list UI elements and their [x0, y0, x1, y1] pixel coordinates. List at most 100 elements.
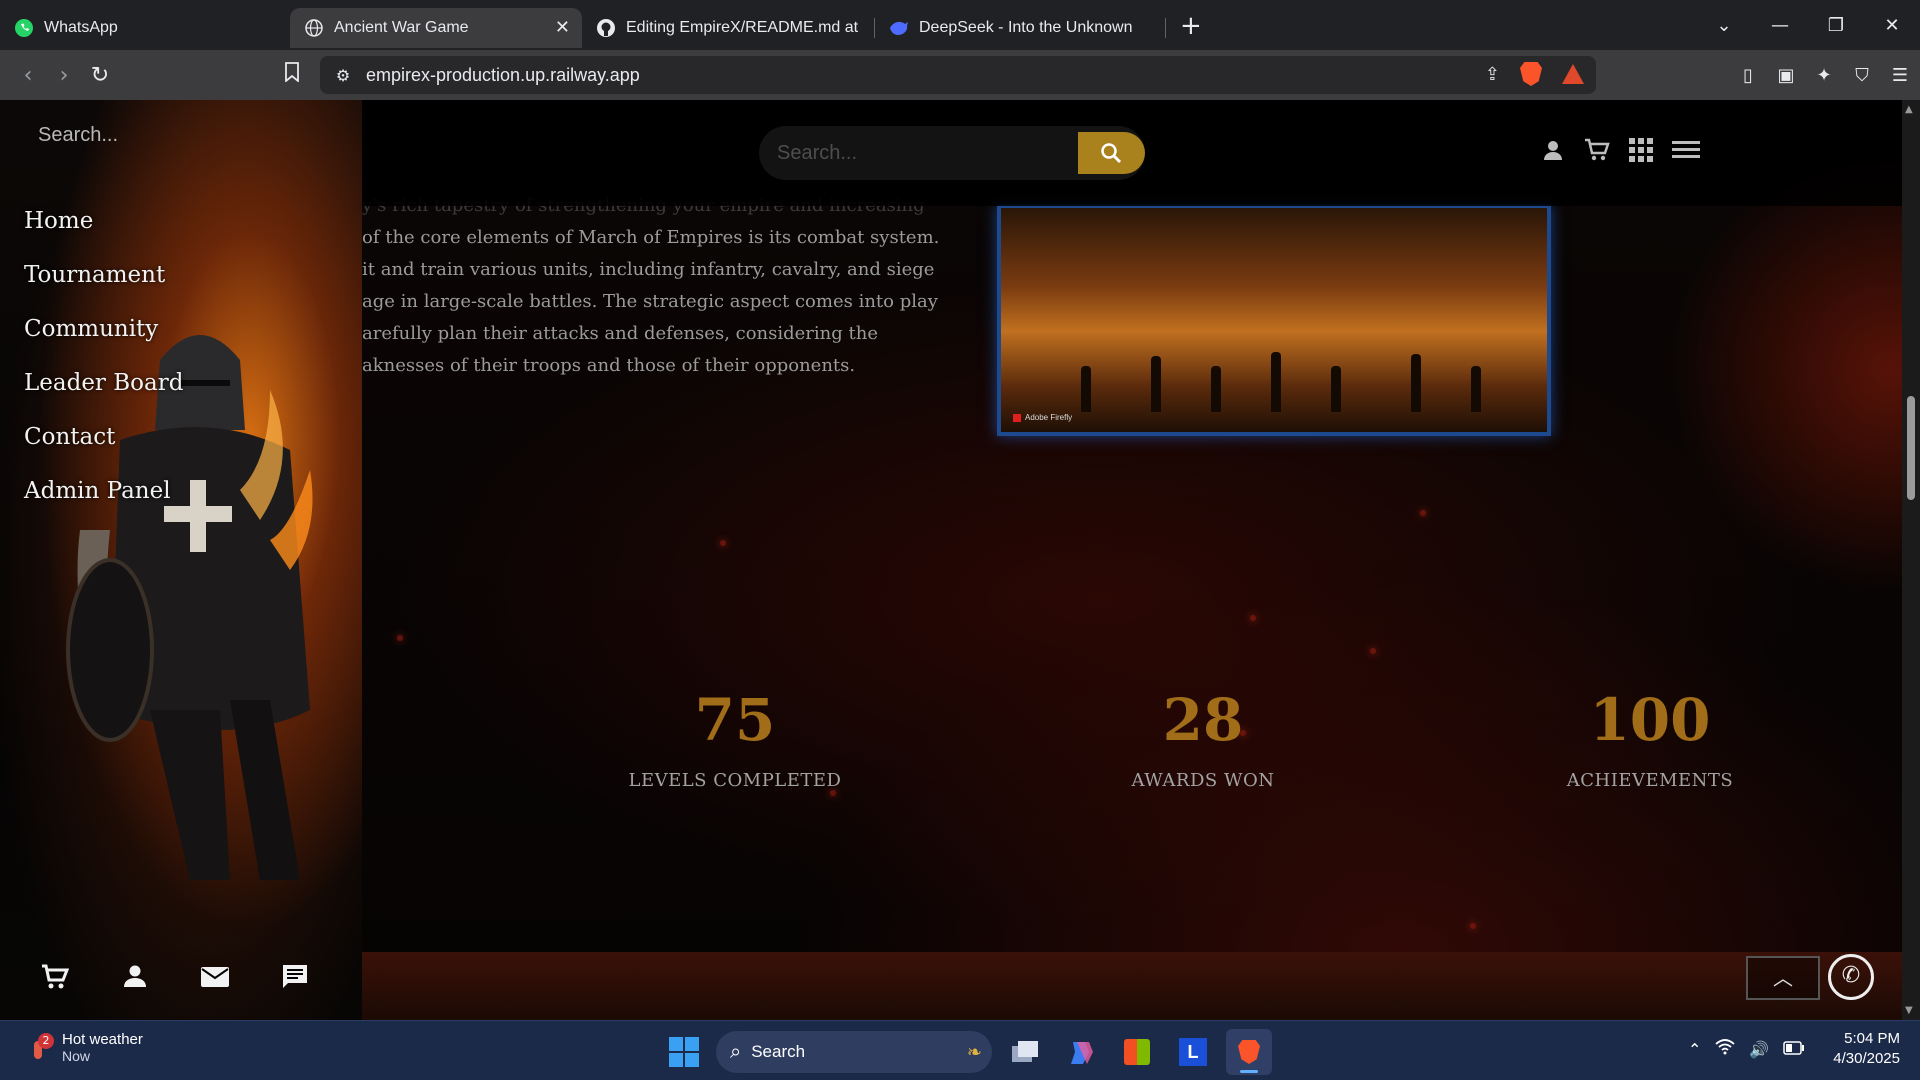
- nav-tournament[interactable]: Tournament: [24, 262, 183, 316]
- start-button[interactable]: [662, 1030, 706, 1074]
- bookmark-icon[interactable]: [274, 62, 310, 88]
- cart-icon[interactable]: [40, 964, 70, 997]
- side-menu: Search... Home Tournament Community Lead…: [0, 100, 362, 1020]
- volume-icon[interactable]: 🔊: [1749, 1040, 1769, 1059]
- whatsapp-icon: [14, 18, 34, 38]
- toolbar-right-icons: ▯ ▣ ✦ ⛉ ☰: [1736, 50, 1912, 100]
- leo-ai-icon[interactable]: ✦: [1812, 65, 1836, 86]
- system-tray: ⌃ 🔊 5:04 PM 4/30/2025: [1688, 1029, 1900, 1069]
- window-controls: ⌄ — ❐ ✕: [1696, 0, 1920, 50]
- ember-particle: [1370, 648, 1376, 654]
- stat-label: LEVELS COMPLETED: [628, 770, 842, 791]
- page-scrollbar[interactable]: ▲ ▼: [1902, 100, 1920, 1020]
- scroll-down-arrow-icon[interactable]: ▼: [1905, 1005, 1913, 1016]
- vpn-shield-icon[interactable]: ⛉: [1850, 65, 1874, 86]
- tab-whatsapp[interactable]: WhatsApp: [0, 8, 290, 48]
- browser-tab-strip: WhatsApp Ancient War Game ✕ Editing Empi…: [0, 0, 1920, 50]
- search-icon: [1101, 143, 1122, 164]
- nav-leader-board[interactable]: Leader Board: [24, 370, 183, 424]
- share-icon[interactable]: ⇪: [1485, 64, 1500, 85]
- weather-widget[interactable]: 2 Hot weather Now: [26, 1031, 143, 1064]
- site-search-box: Search...: [759, 126, 1145, 180]
- ember-particle: [1470, 923, 1476, 929]
- task-view-button[interactable]: [1002, 1029, 1048, 1075]
- about-text: y's rich tapestry of strengthening your …: [362, 195, 940, 376]
- globe-icon: [304, 18, 324, 38]
- site-search-input[interactable]: Search...: [777, 142, 1078, 165]
- sidebar-nav: Home Tournament Community Leader Board C…: [24, 208, 183, 532]
- notification-badge: 2: [38, 1032, 54, 1049]
- stat-label: ACHIEVEMENTS: [1566, 770, 1734, 791]
- brave-browser-taskbar-icon[interactable]: [1226, 1029, 1272, 1075]
- whatsapp-icon: ✆: [1841, 963, 1861, 988]
- tab-deepseek[interactable]: DeepSeek - Into the Unknown: [875, 8, 1165, 48]
- header-icons: [1540, 138, 1700, 168]
- app-l-icon[interactable]: L: [1170, 1029, 1216, 1075]
- search-icon: ⌕: [730, 1040, 742, 1063]
- mail-icon[interactable]: [200, 964, 230, 997]
- deepseek-icon: [889, 18, 909, 38]
- site-search-button[interactable]: [1077, 132, 1145, 174]
- whatsapp-float-button[interactable]: ✆: [1828, 954, 1874, 1000]
- nav-contact[interactable]: Contact: [24, 424, 183, 478]
- wifi-icon[interactable]: [1715, 1039, 1735, 1059]
- ember-particle: [720, 540, 726, 546]
- sidebar-toggle-icon[interactable]: ▯: [1736, 65, 1760, 86]
- back-to-top-button[interactable]: ︿: [1746, 956, 1820, 1000]
- chevron-up-icon[interactable]: ⌃: [1688, 1040, 1701, 1059]
- nav-community[interactable]: Community: [24, 316, 183, 370]
- thermometer-icon: 2: [26, 1032, 54, 1061]
- scrollbar-thumb[interactable]: [1907, 396, 1915, 500]
- rewards-badge: 1: [1576, 64, 1584, 70]
- stat-value: 28: [1162, 686, 1244, 754]
- url-text[interactable]: empirex-production.up.railway.app: [366, 65, 640, 86]
- stat-awards: 28 AWARDS WON: [1053, 686, 1353, 791]
- ember-particle: [397, 635, 403, 641]
- clock[interactable]: 5:04 PM 4/30/2025: [1833, 1029, 1900, 1069]
- tab-separator: [1165, 18, 1166, 38]
- search-highlight-icon: ❧: [966, 1041, 982, 1062]
- chat-icon[interactable]: [280, 964, 310, 997]
- user-icon[interactable]: [120, 964, 150, 997]
- battery-icon[interactable]: [1783, 1040, 1805, 1059]
- hamburger-menu-icon[interactable]: [1672, 139, 1700, 167]
- microsoft-store-icon[interactable]: [1114, 1029, 1160, 1075]
- tab-ancient-war-game[interactable]: Ancient War Game ✕: [290, 8, 582, 48]
- chevron-up-icon: ︿: [1773, 966, 1793, 990]
- grid-icon[interactable]: [1628, 138, 1654, 168]
- browser-toolbar: ‹ › ↻ ⚙ empirex-production.up.railway.ap…: [0, 50, 1920, 100]
- brave-rewards-icon[interactable]: 1: [1562, 64, 1584, 84]
- stat-levels: 75 LEVELS COMPLETED: [585, 686, 885, 791]
- back-button[interactable]: ‹: [10, 63, 46, 88]
- address-bar-actions: ⇪ 1: [1485, 62, 1584, 86]
- tab-github-readme[interactable]: Editing EmpireX/README.md at ma: [582, 8, 874, 48]
- windows-taskbar: 2 Hot weather Now ⌕ Search ❧ L ⌃ 🔊 5:04 …: [0, 1020, 1920, 1080]
- ember-particle: [1250, 615, 1256, 621]
- minimize-button[interactable]: —: [1752, 15, 1808, 36]
- menu-icon[interactable]: ☰: [1888, 65, 1912, 86]
- nav-admin-panel[interactable]: Admin Panel: [24, 478, 183, 532]
- close-tab-icon[interactable]: ✕: [555, 17, 570, 38]
- image-watermark: Adobe Firefly: [1013, 413, 1072, 422]
- tab-list-chevron-icon[interactable]: ⌄: [1696, 15, 1752, 36]
- restore-button[interactable]: ❐: [1808, 15, 1864, 36]
- wallet-icon[interactable]: ▣: [1774, 65, 1798, 86]
- site-info-icon[interactable]: ⚙: [320, 66, 366, 85]
- close-window-button[interactable]: ✕: [1864, 15, 1920, 36]
- sidebar-search-input[interactable]: Search...: [38, 124, 118, 147]
- brave-shields-icon[interactable]: [1520, 62, 1542, 86]
- nav-home[interactable]: Home: [24, 208, 183, 262]
- web-page: y's rich tapestry of strengthening your …: [0, 100, 1920, 1020]
- cart-icon[interactable]: [1584, 138, 1610, 168]
- copilot-icon[interactable]: [1058, 1029, 1104, 1075]
- scroll-up-arrow-icon[interactable]: ▲: [1905, 104, 1913, 115]
- stat-value: 100: [1589, 686, 1711, 754]
- new-tab-button[interactable]: +: [1180, 11, 1202, 41]
- taskbar-search[interactable]: ⌕ Search ❧: [716, 1031, 992, 1073]
- github-icon: [596, 18, 616, 38]
- forward-button[interactable]: ›: [46, 63, 82, 88]
- account-icon[interactable]: [1540, 139, 1566, 167]
- address-bar[interactable]: ⚙ empirex-production.up.railway.app ⇪ 1: [320, 56, 1596, 94]
- battle-image: Adobe Firefly: [997, 204, 1551, 436]
- reload-button[interactable]: ↻: [82, 63, 118, 88]
